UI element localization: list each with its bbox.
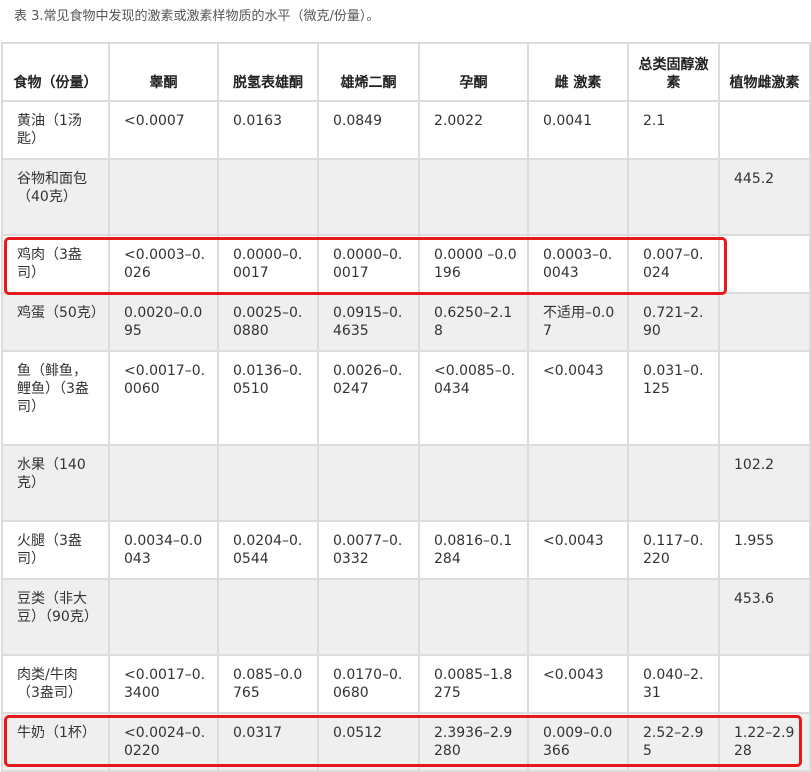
- cell-androstenedione: 0.0026–0.0247: [317, 350, 420, 446]
- table-row: 鱼（鲱鱼，鲤鱼）（3盎司） <0.0017–0.0060 0.0136–0.0510…: [1, 350, 811, 446]
- table-caption: 表 3.常见食物中发现的激素或激素样物质的水平（微克/份量）。: [14, 9, 380, 24]
- header-phytoestrogen: 植物雌激素: [718, 42, 811, 102]
- header-androstenedione: 雄烯二酮: [317, 42, 420, 102]
- table-row: 谷物和面包（40克） 445.2: [1, 158, 811, 236]
- hormone-table-container: 食物（份量） 睾酮 脱氢表雄酮 雄烯二酮 孕酮 雌 激素 总类固醇激素 植物雌激…: [1, 42, 811, 772]
- header-total-steroid: 总类固醇激素: [627, 42, 720, 102]
- cell-dhea: [217, 578, 319, 656]
- cell-food: 鸡蛋（50克）: [1, 292, 110, 352]
- cell-phytoestrogen: 1.955: [718, 520, 811, 580]
- cell-estrogen: 0.0041: [527, 100, 629, 160]
- cell-testosterone: <0.0017–0.3400: [108, 654, 219, 714]
- cell-estrogen: [527, 578, 629, 656]
- cell-estrogen: <0.0043: [527, 520, 629, 580]
- cell-phytoestrogen: 102.2: [718, 444, 811, 522]
- cell-progesterone: 0.0816–0.1284: [418, 520, 529, 580]
- cell-dhea: 0.0204–0.0544: [217, 520, 319, 580]
- cell-testosterone: [108, 444, 219, 522]
- cell-phytoestrogen: 453.6: [718, 578, 811, 656]
- table-header-row: 食物（份量） 睾酮 脱氢表雄酮 雄烯二酮 孕酮 雌 激素 总类固醇激素 植物雌激…: [1, 42, 811, 102]
- cell-progesterone: [418, 158, 529, 236]
- cell-androstenedione: 0.0849: [317, 100, 420, 160]
- cell-progesterone: <0.0085–0.0434: [418, 350, 529, 446]
- cell-testosterone: [108, 578, 219, 656]
- cell-androstenedione: [317, 158, 420, 236]
- cell-phytoestrogen: [718, 234, 811, 294]
- cell-progesterone: 0.0085–1.8275: [418, 654, 529, 714]
- cell-androstenedione: [317, 444, 420, 522]
- cell-progesterone: 0.6250–2.18: [418, 292, 529, 352]
- cell-dhea: [217, 444, 319, 522]
- cell-food: 谷物和面包（40克）: [1, 158, 110, 236]
- table-row: 豆类（非大豆）（90克） 453.6: [1, 578, 811, 656]
- cell-total-steroid: [627, 578, 720, 656]
- header-dhea: 脱氢表雄酮: [217, 42, 319, 102]
- cell-food: 肉类/牛肉（3盎司）: [1, 654, 110, 714]
- cell-testosterone: 0.0020–0.095: [108, 292, 219, 352]
- cell-food: 水果（140克）: [1, 444, 110, 522]
- cell-food: 豆类（非大豆）（90克）: [1, 578, 110, 656]
- cell-food: 火腿（3盎司）: [1, 520, 110, 580]
- table-row: 鸡蛋（50克） 0.0020–0.095 0.0025–0.0880 0.0915–0…: [1, 292, 811, 352]
- cell-testosterone: [108, 158, 219, 236]
- header-estrogen: 雌 激素: [527, 42, 629, 102]
- header-food: 食物（份量）: [1, 42, 110, 102]
- cell-androstenedione: 0.0915–0.4635: [317, 292, 420, 352]
- cell-testosterone: <0.0007: [108, 100, 219, 160]
- cell-dhea: 0.085–0.0765: [217, 654, 319, 714]
- cell-food: 鱼（鲱鱼，鲤鱼）（3盎司）: [1, 350, 110, 446]
- cell-estrogen: [527, 444, 629, 522]
- table-row: 水果（140克） 102.2: [1, 444, 811, 522]
- cell-progesterone: 2.0022: [418, 100, 529, 160]
- header-progesterone: 孕酮: [418, 42, 529, 102]
- cell-estrogen: [527, 158, 629, 236]
- table-row: 黄油（1汤匙） <0.0007 0.0163 0.0849 2.0022 0.0041 2.…: [1, 100, 811, 160]
- table-row: 火腿（3盎司） 0.0034–0.0043 0.0204–0.0544 0.0077–…: [1, 520, 811, 580]
- cell-phytoestrogen: [718, 350, 811, 446]
- cell-testosterone: <0.0017–0.0060: [108, 350, 219, 446]
- hormone-levels-table: 食物（份量） 睾酮 脱氢表雄酮 雄烯二酮 孕酮 雌 激素 总类固醇激素 植物雌激…: [1, 42, 811, 772]
- cell-total-steroid: 0.040–2.31: [627, 654, 720, 714]
- cell-phytoestrogen: [718, 654, 811, 714]
- cell-testosterone: 0.0034–0.0043: [108, 520, 219, 580]
- cell-progesterone: [418, 444, 529, 522]
- cell-androstenedione: 0.0077–0.0332: [317, 520, 420, 580]
- cell-phytoestrogen: [718, 292, 811, 352]
- cell-total-steroid: 0.031–0.125: [627, 350, 720, 446]
- cell-dhea: 0.0025–0.0880: [217, 292, 319, 352]
- cell-estrogen: <0.0043: [527, 654, 629, 714]
- cell-estrogen: 不适用–0.07: [527, 292, 629, 352]
- cell-total-steroid: [627, 158, 720, 236]
- cell-dhea: [217, 158, 319, 236]
- cell-dhea: 0.0136–0.0510: [217, 350, 319, 446]
- cell-dhea: 0.0163: [217, 100, 319, 160]
- header-testosterone: 睾酮: [108, 42, 219, 102]
- cell-phytoestrogen: [718, 100, 811, 160]
- cell-total-steroid: 2.1: [627, 100, 720, 160]
- cell-total-steroid: 0.117–0.220: [627, 520, 720, 580]
- highlight-box-milk: [4, 715, 802, 767]
- cell-food: 黄油（1汤匙）: [1, 100, 110, 160]
- cell-total-steroid: 0.721–2.90: [627, 292, 720, 352]
- cell-total-steroid: [627, 444, 720, 522]
- cell-phytoestrogen: 445.2: [718, 158, 811, 236]
- table-row: 肉类/牛肉（3盎司） <0.0017–0.3400 0.085–0.0765 0.01…: [1, 654, 811, 714]
- cell-estrogen: <0.0043: [527, 350, 629, 446]
- cell-progesterone: [418, 578, 529, 656]
- cell-androstenedione: 0.0170–0.0680: [317, 654, 420, 714]
- highlight-box-chicken: [4, 237, 727, 295]
- cell-androstenedione: [317, 578, 420, 656]
